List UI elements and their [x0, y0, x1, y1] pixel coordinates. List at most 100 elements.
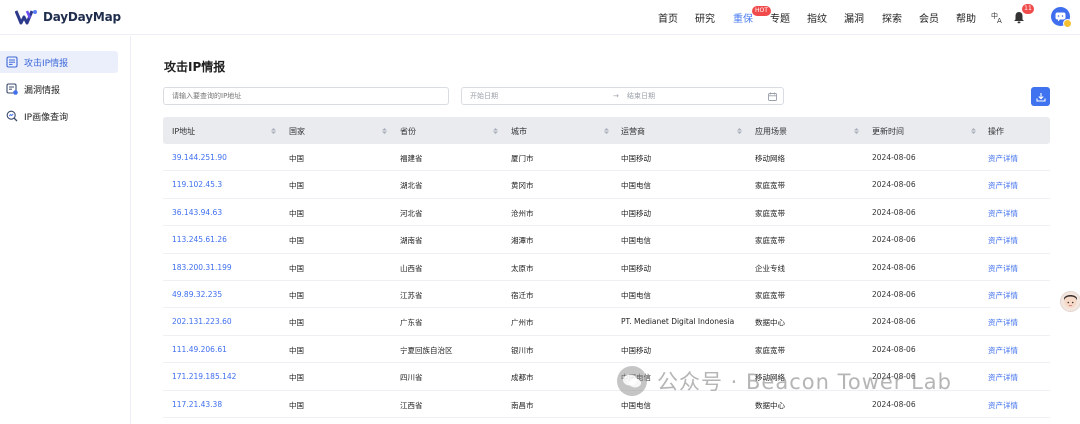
- date-range-picker[interactable]: 开始日期 → 结束日期: [461, 87, 784, 105]
- attack-ip-table: IP地址 国家 省份 城市 运营商 应用场景 更新时间 操作 39.144.25…: [163, 117, 1050, 418]
- table-row: 202.131.223.60 中国 广东省 广州市 PT. Medianet D…: [163, 308, 1050, 336]
- date-start-input[interactable]: 开始日期: [470, 88, 498, 104]
- updated-time-cell: 2024-08-06: [872, 262, 916, 272]
- asset-detail-link[interactable]: 资产详情: [988, 263, 1018, 274]
- search-profile-icon: [6, 110, 18, 122]
- asset-detail-link[interactable]: 资产详情: [988, 400, 1018, 411]
- asset-detail-link[interactable]: 资产详情: [988, 235, 1018, 246]
- isp-cell: 中国电信: [621, 400, 651, 410]
- ip-address-link[interactable]: 36.143.94.63: [172, 208, 222, 217]
- city-cell: 黄冈市: [511, 181, 534, 191]
- sidebar-item-attack-ip[interactable]: 攻击IP情报: [0, 51, 118, 73]
- asset-detail-link[interactable]: 资产详情: [988, 153, 1018, 164]
- asset-detail-link[interactable]: 资产详情: [988, 290, 1018, 301]
- province-cell: 湖南省: [400, 236, 423, 246]
- isp-cell: 中国电信: [621, 373, 651, 383]
- asset-detail-link[interactable]: 资产详情: [988, 317, 1018, 328]
- updated-time-cell: 2024-08-06: [872, 289, 916, 299]
- city-cell: 广州市: [511, 318, 534, 328]
- sidebar-item-vuln-intel[interactable]: 漏洞情报: [0, 78, 118, 100]
- province-cell: 宁夏回族自治区: [400, 345, 453, 355]
- nav-research[interactable]: 研究: [695, 10, 715, 25]
- asset-detail-link[interactable]: 资产详情: [988, 208, 1018, 219]
- scene-cell: 家庭宽带: [755, 345, 785, 355]
- isp-cell: PT. Medianet Digital Indonesia: [621, 317, 735, 327]
- ip-address-link[interactable]: 119.102.45.3: [172, 180, 222, 189]
- logo-text: DayDayMap: [43, 10, 121, 24]
- province-cell: 广东省: [400, 318, 423, 328]
- province-cell: 江西省: [400, 400, 423, 410]
- updated-time-cell: 2024-08-06: [872, 344, 916, 354]
- country-cell: 中国: [289, 181, 304, 191]
- ip-address-link[interactable]: 111.49.206.61: [172, 345, 227, 354]
- province-cell: 四川省: [400, 373, 423, 383]
- logo[interactable]: DayDayMap: [15, 8, 121, 26]
- nav-vulnerability[interactable]: 漏洞: [844, 10, 864, 25]
- updated-time-cell: 2024-08-06: [872, 235, 916, 245]
- table-row: 111.49.206.61 中国 宁夏回族自治区 银川市 中国移动 家庭宽带 2…: [163, 336, 1050, 364]
- sort-icon[interactable]: [604, 128, 609, 134]
- ip-address-link[interactable]: 49.89.32.235: [172, 290, 222, 299]
- nav-help[interactable]: 帮助: [956, 10, 976, 25]
- asset-detail-link[interactable]: 资产详情: [988, 372, 1018, 383]
- sort-icon[interactable]: [382, 128, 387, 134]
- table-row: 36.143.94.63 中国 河北省 沧州市 中国移动 家庭宽带 2024-0…: [163, 199, 1050, 227]
- date-end-input[interactable]: 结束日期: [627, 88, 655, 104]
- country-cell: 中国: [289, 236, 304, 246]
- scene-cell: 家庭宽带: [755, 208, 785, 218]
- language-icon[interactable]: 中 A: [991, 9, 1005, 28]
- isp-cell: 中国电信: [621, 181, 651, 191]
- country-cell: 中国: [289, 208, 304, 218]
- nav-key-protection[interactable]: 重保: [733, 10, 753, 25]
- column-header-action: 操作: [988, 127, 1004, 136]
- ip-address-link[interactable]: 113.245.61.26: [172, 235, 227, 244]
- ip-address-link[interactable]: 117.21.43.38: [172, 400, 222, 409]
- asset-detail-link[interactable]: 资产详情: [988, 180, 1018, 191]
- sort-icon[interactable]: [854, 128, 859, 134]
- notification-badge: 11: [1022, 4, 1034, 14]
- ip-search-input[interactable]: [163, 87, 449, 105]
- city-cell: 太原市: [511, 263, 534, 273]
- nav-fingerprint[interactable]: 指纹: [807, 10, 827, 25]
- calendar-icon: [768, 92, 777, 101]
- isp-cell: 中国电信: [621, 236, 651, 246]
- date-range-arrow: →: [613, 92, 619, 100]
- nav-explore[interactable]: 探索: [882, 10, 902, 25]
- sidebar-item-label: 攻击IP情报: [24, 58, 69, 69]
- sidebar-item-label: 漏洞情报: [24, 85, 61, 96]
- city-cell: 沧州市: [511, 208, 534, 218]
- assistant-avatar[interactable]: [1060, 291, 1080, 312]
- column-header-scene: 应用场景: [755, 127, 787, 136]
- sort-icon[interactable]: [737, 128, 742, 134]
- city-cell: 湘潭市: [511, 236, 534, 246]
- page-title: 攻击IP情报: [164, 60, 226, 74]
- updated-time-cell: 2024-08-06: [872, 180, 916, 190]
- table-row: 39.144.251.90 中国 福建省 厦门市 中国移动 移动网络 2024-…: [163, 144, 1050, 172]
- updated-time-cell: 2024-08-06: [872, 207, 916, 217]
- isp-cell: 中国移动: [621, 263, 651, 273]
- scene-cell: 家庭宽带: [755, 236, 785, 246]
- column-header-city: 城市: [511, 127, 527, 136]
- nav-home[interactable]: 首页: [658, 10, 678, 25]
- ip-address-link[interactable]: 183.200.31.199: [172, 263, 232, 272]
- ip-address-link[interactable]: 39.144.251.90: [172, 153, 227, 162]
- sidebar-item-ip-profile[interactable]: IP画像查询: [0, 105, 118, 127]
- status-dot: [1063, 19, 1072, 28]
- province-cell: 江苏省: [400, 290, 423, 300]
- isp-cell: 中国电信: [621, 290, 651, 300]
- table-row: 49.89.32.235 中国 江苏省 宿迁市 中国电信 家庭宽带 2024-0…: [163, 281, 1050, 309]
- nav-membership[interactable]: 会员: [919, 10, 939, 25]
- ip-address-link[interactable]: 171.219.185.142: [172, 372, 236, 381]
- province-cell: 福建省: [400, 154, 423, 163]
- nav-topics[interactable]: 专题: [770, 10, 790, 25]
- updated-time-cell: 2024-08-06: [872, 153, 916, 162]
- ip-address-link[interactable]: 202.131.223.60: [172, 317, 232, 326]
- download-button[interactable]: [1031, 87, 1050, 106]
- asset-detail-link[interactable]: 资产详情: [988, 345, 1018, 356]
- sort-icon[interactable]: [493, 128, 498, 134]
- svg-text:A: A: [997, 17, 1002, 24]
- sort-icon[interactable]: [971, 128, 976, 134]
- table-header: IP地址 国家 省份 城市 运营商 应用场景 更新时间 操作: [163, 117, 1050, 144]
- table-row: 119.102.45.3 中国 湖北省 黄冈市 中国电信 家庭宽带 2024-0…: [163, 171, 1050, 199]
- sort-icon[interactable]: [271, 128, 276, 134]
